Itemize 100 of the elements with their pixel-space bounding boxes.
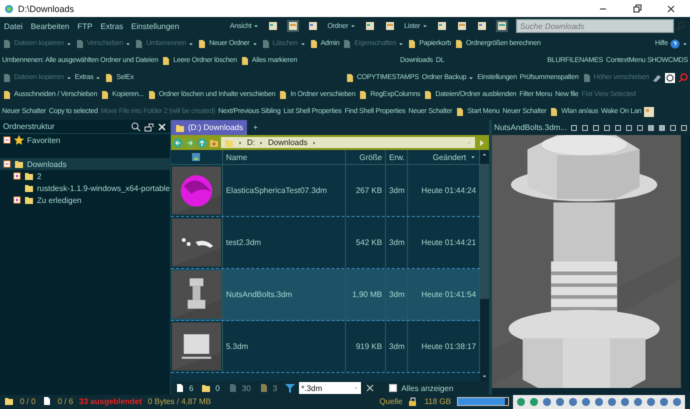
caret-icon xyxy=(470,154,476,160)
page-icon xyxy=(454,38,464,48)
file-name: ElasticaSphericaTest07.3dm xyxy=(226,186,327,195)
file-extension: 3dm xyxy=(389,290,405,299)
item-count: 3 xyxy=(272,384,278,392)
page-icon xyxy=(146,90,157,100)
search-icon[interactable] xyxy=(130,122,141,132)
file-row[interactable]: 5.3dm 919 KB 3dm Heute 01:38:17 xyxy=(170,321,480,373)
drive-meter xyxy=(457,396,509,406)
tree-item[interactable]: Favoriten xyxy=(0,134,170,146)
window-title: D:\Downloads xyxy=(18,4,76,14)
preview-title: NutsAndBolts.3dm... xyxy=(494,123,567,132)
page-icon xyxy=(407,38,418,48)
column-header[interactable]: Erw. xyxy=(389,152,405,162)
column-header[interactable]: Geändert xyxy=(432,152,466,162)
file-size: 919 KB xyxy=(356,342,382,351)
layout-icon[interactable] xyxy=(365,21,376,31)
layout-icon[interactable] xyxy=(268,21,278,31)
lock-icon xyxy=(408,396,418,406)
source-label: Quelle xyxy=(379,396,402,406)
page-icon xyxy=(240,56,250,66)
scrollbar[interactable] xyxy=(681,135,690,388)
layout-icon[interactable] xyxy=(644,106,654,116)
path-bar[interactable]: D: Downloads xyxy=(220,137,476,148)
menu-item[interactable]: FTP xyxy=(77,22,92,30)
restore-icon[interactable] xyxy=(632,4,642,14)
page-icon xyxy=(308,38,319,48)
scrollbar[interactable] xyxy=(492,388,690,395)
up-icon[interactable] xyxy=(196,138,207,148)
caret-icon xyxy=(253,23,260,29)
caret-icon xyxy=(125,40,132,46)
column-header[interactable]: Name xyxy=(226,152,248,162)
page-icon xyxy=(104,72,114,82)
layout-icon[interactable] xyxy=(385,21,396,31)
thumbnail-icon[interactable] xyxy=(191,152,202,162)
file-size: 1,90 MB xyxy=(352,290,382,299)
tree-item[interactable]: Downloads xyxy=(0,158,170,170)
checkbox[interactable] xyxy=(389,384,398,392)
file-name: test2.3dm xyxy=(226,238,262,247)
page-icon xyxy=(455,106,466,116)
tree-item[interactable]: Zu erledigen xyxy=(0,194,170,206)
filter-icon[interactable] xyxy=(285,383,296,393)
menu-item[interactable]: Datei xyxy=(4,22,23,30)
menu-item[interactable]: Einstellungen xyxy=(131,22,180,30)
caret-icon xyxy=(466,140,472,146)
page-icon xyxy=(74,38,85,48)
column-header[interactable]: Größe xyxy=(359,152,382,162)
layout-icon[interactable] xyxy=(477,21,487,31)
tree-item[interactable]: rustdesk-1.1.9-windows_x64-portable xyxy=(0,182,170,194)
tab[interactable]: + xyxy=(249,120,262,135)
chevron-icon xyxy=(312,140,317,146)
modified-date: Heute 01:44:21 xyxy=(421,238,476,247)
tab[interactable]: (D:) Downloads xyxy=(170,120,248,135)
app-icon xyxy=(4,4,14,14)
help-icon xyxy=(670,38,680,48)
tree-item[interactable]: 2 xyxy=(0,170,170,182)
caret-icon xyxy=(252,40,258,46)
page-icon xyxy=(342,38,352,48)
page-icon xyxy=(260,38,270,48)
magnifier-icon[interactable] xyxy=(665,72,675,82)
page-icon xyxy=(278,90,288,100)
hidden-count: 33 ausgeblendet xyxy=(79,396,142,406)
page-icon xyxy=(197,38,208,48)
search-field[interactable]: Suche Downloads xyxy=(516,19,674,33)
breadcrumb-item[interactable]: D: xyxy=(246,138,255,147)
clear-icon[interactable] xyxy=(365,383,376,393)
caret-icon xyxy=(300,40,306,46)
modified-date: Heute 01:38:17 xyxy=(421,342,476,351)
filter-dropdown[interactable]: *.3dm xyxy=(299,382,362,394)
file-size: 267 KB xyxy=(356,186,382,195)
file-name: NutsAndBolts.3dm xyxy=(226,290,292,299)
checkbox-label: Alles anzeigen xyxy=(401,384,454,392)
layout-icon[interactable] xyxy=(457,21,467,31)
menu-item[interactable]: Bearbeiten xyxy=(30,22,70,30)
breadcrumb-item[interactable]: Downloads xyxy=(268,138,308,147)
folder-icon[interactable] xyxy=(208,138,219,148)
tree-label: Zu erledigen xyxy=(37,196,82,204)
file-row[interactable]: ElasticaSphericaTest07.3dm 267 KB 3dm Heute 01:44:24 xyxy=(170,165,480,217)
folder-icon xyxy=(201,383,212,393)
layout-icon[interactable] xyxy=(437,21,447,31)
chevron-icon xyxy=(238,140,243,146)
file-extension: 3dm xyxy=(389,238,405,247)
menu-item[interactable]: Extras xyxy=(100,22,124,30)
file-name: 5.3dm xyxy=(226,342,248,351)
collapse-icon xyxy=(3,160,11,168)
layout-icon[interactable] xyxy=(308,21,318,31)
file-row[interactable]: NutsAndBolts.3dm 1,90 MB 3dm Heute 01:41:54 xyxy=(170,269,480,321)
page-icon xyxy=(358,90,368,100)
brush-icon[interactable] xyxy=(652,72,662,82)
caret-icon xyxy=(188,40,194,46)
unlock-icon[interactable] xyxy=(144,122,154,132)
page-icon xyxy=(582,72,592,82)
folder-icon xyxy=(174,122,185,132)
caret-icon xyxy=(95,74,102,80)
item-count: 6 xyxy=(188,384,194,392)
layout-icon[interactable] xyxy=(497,21,507,31)
page-icon xyxy=(161,56,172,66)
scrollbar[interactable] xyxy=(480,165,490,381)
layout-icon[interactable] xyxy=(288,21,298,31)
caret-icon xyxy=(422,23,428,29)
